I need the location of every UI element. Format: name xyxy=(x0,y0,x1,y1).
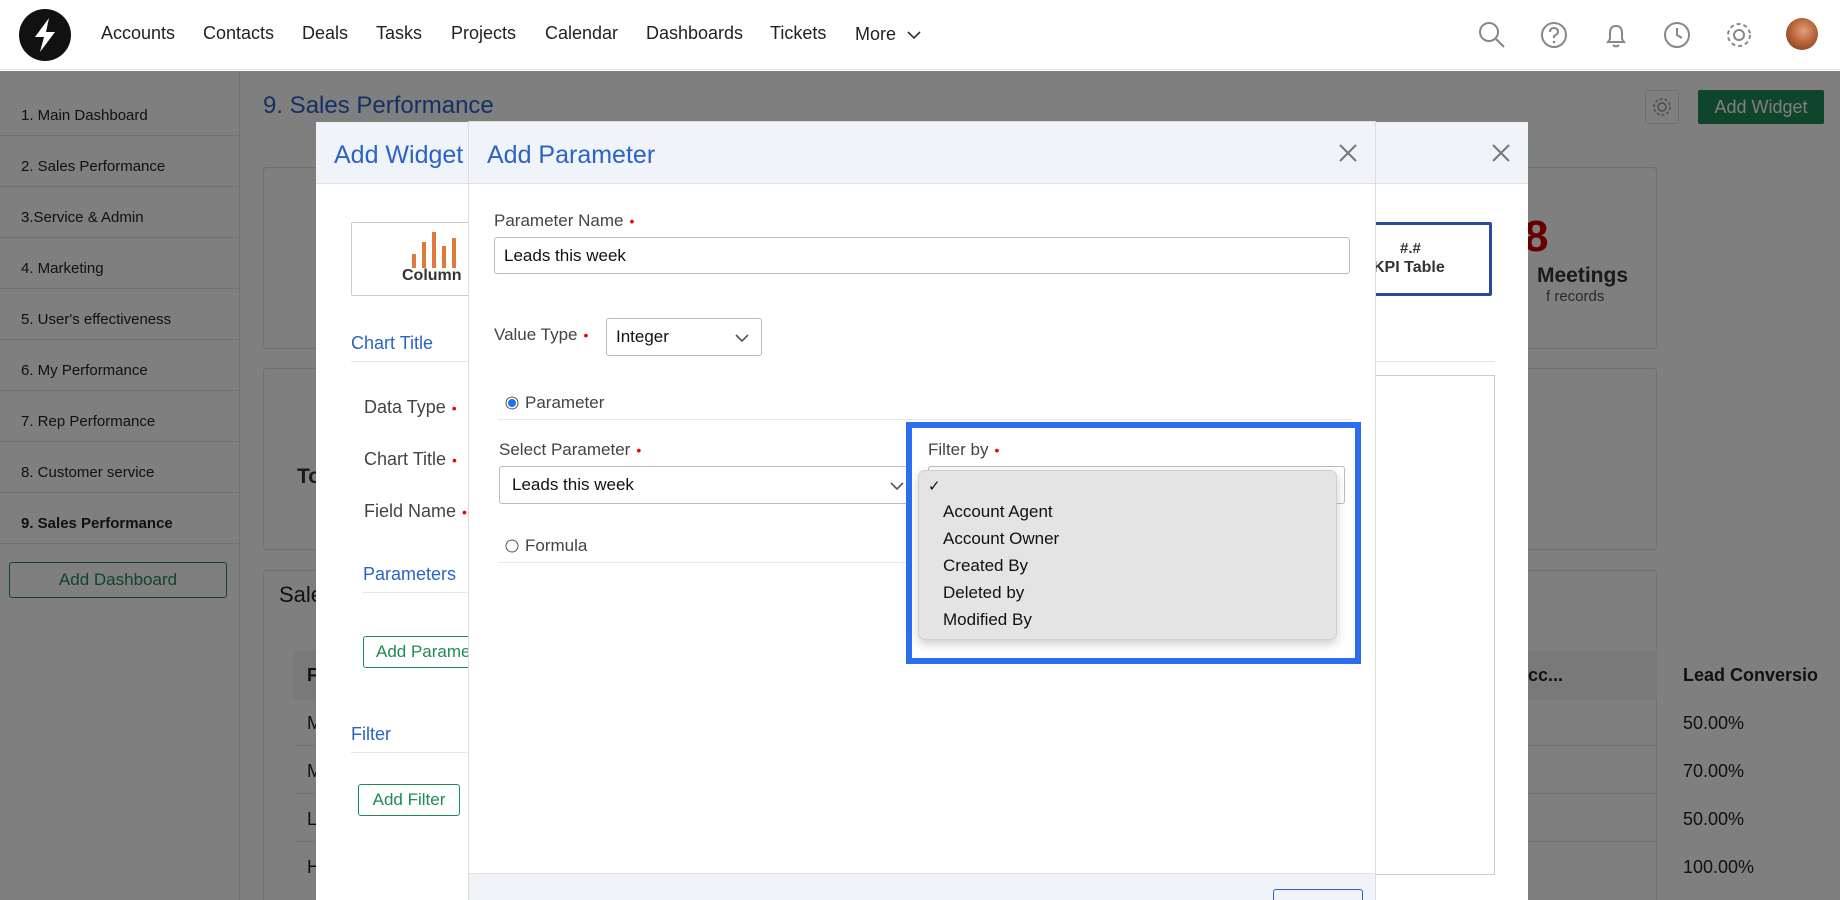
required-dot: • xyxy=(636,442,642,458)
parameter-name-label-text: Parameter Name xyxy=(494,211,624,230)
required-dot: • xyxy=(629,213,635,229)
value-type-label-text: Value Type xyxy=(494,325,578,344)
nav-more[interactable]: More xyxy=(855,24,921,45)
value-type-label: Value Type • xyxy=(494,325,588,345)
chart-type-column-label: Column xyxy=(402,267,462,284)
chart-title-label: Chart Title • xyxy=(364,449,457,470)
nav-contacts[interactable]: Contacts xyxy=(203,23,274,44)
filter-option-account-owner[interactable]: Account Owner xyxy=(943,529,1059,549)
add-parameter-button[interactable]: Add Parame xyxy=(363,636,473,668)
parameter-name-input[interactable]: Leads this week xyxy=(494,237,1350,274)
value-type-value: Integer xyxy=(616,327,669,346)
clock-icon[interactable] xyxy=(1662,20,1692,50)
save-button[interactable] xyxy=(1273,889,1363,900)
app-logo[interactable] xyxy=(19,9,71,61)
formula-radio[interactable] xyxy=(505,539,519,553)
select-parameter-value: Leads this week xyxy=(512,475,634,494)
chevron-down-icon xyxy=(890,482,904,491)
divider xyxy=(498,419,1352,420)
add-widget-title: Add Widget xyxy=(334,141,464,169)
help-icon[interactable] xyxy=(1539,20,1569,50)
parameter-radio-label: Parameter xyxy=(525,393,605,412)
required-dot: • xyxy=(451,400,457,416)
parameter-name-label: Parameter Name • xyxy=(494,211,634,231)
kpi-table-symbol: #.# xyxy=(1400,240,1421,257)
field-name-label-text: Field Name xyxy=(364,501,457,521)
field-name-label: Field Name • xyxy=(364,501,467,522)
section-filter[interactable]: Filter xyxy=(351,724,391,745)
required-dot: • xyxy=(583,327,589,343)
chevron-down-icon xyxy=(907,31,921,40)
parameter-radio[interactable] xyxy=(505,396,519,410)
select-parameter-label-text: Select Parameter xyxy=(499,440,631,459)
nav-projects[interactable]: Projects xyxy=(451,23,516,44)
filter-option-account-agent[interactable]: Account Agent xyxy=(943,502,1053,522)
formula-radio-label: Formula xyxy=(525,536,588,555)
nav-calendar[interactable]: Calendar xyxy=(545,23,618,44)
close-icon[interactable] xyxy=(1491,143,1511,163)
chart-title-label-text: Chart Title xyxy=(364,449,447,469)
add-parameter-title: Add Parameter xyxy=(487,141,656,169)
kpi-table-label: KPI Table xyxy=(1373,259,1445,276)
selected-check-icon: ✓ xyxy=(928,478,941,495)
value-type-select[interactable]: Integer xyxy=(606,318,762,356)
section-parameters[interactable]: Parameters xyxy=(363,564,456,585)
select-parameter-label: Select Parameter • xyxy=(499,440,641,460)
nav-tasks[interactable]: Tasks xyxy=(376,23,422,44)
data-type-label-text: Data Type xyxy=(364,397,446,417)
widget-preview-panel xyxy=(1375,375,1495,875)
data-type-label: Data Type • xyxy=(364,397,457,418)
section-chart-title[interactable]: Chart Title xyxy=(351,333,433,354)
nav-more-label: More xyxy=(855,24,897,44)
settings-gear-icon[interactable] xyxy=(1724,20,1754,50)
required-dot: • xyxy=(452,452,457,468)
nav-tickets[interactable]: Tickets xyxy=(770,23,826,44)
nav-dashboards[interactable]: Dashboards xyxy=(646,23,743,44)
column-chart-icon xyxy=(412,232,456,268)
filter-option-modified-by[interactable]: Modified By xyxy=(943,610,1032,630)
nav-deals[interactable]: Deals xyxy=(302,23,348,44)
filter-option-deleted-by[interactable]: Deleted by xyxy=(943,583,1024,603)
add-parameter-modal-footer xyxy=(469,873,1375,900)
close-icon[interactable] xyxy=(1338,143,1358,163)
bell-icon[interactable] xyxy=(1601,20,1631,50)
select-parameter-dropdown[interactable]: Leads this week xyxy=(499,466,909,504)
divider xyxy=(498,562,908,563)
user-avatar[interactable] xyxy=(1786,18,1818,50)
required-dot: • xyxy=(462,504,467,520)
search-icon[interactable] xyxy=(1477,20,1507,50)
nav-accounts[interactable]: Accounts xyxy=(101,23,175,44)
add-filter-button[interactable]: Add Filter xyxy=(358,784,460,816)
logo-icon xyxy=(35,18,55,52)
filter-option-created-by[interactable]: Created By xyxy=(943,556,1028,576)
chevron-down-icon xyxy=(735,334,749,343)
